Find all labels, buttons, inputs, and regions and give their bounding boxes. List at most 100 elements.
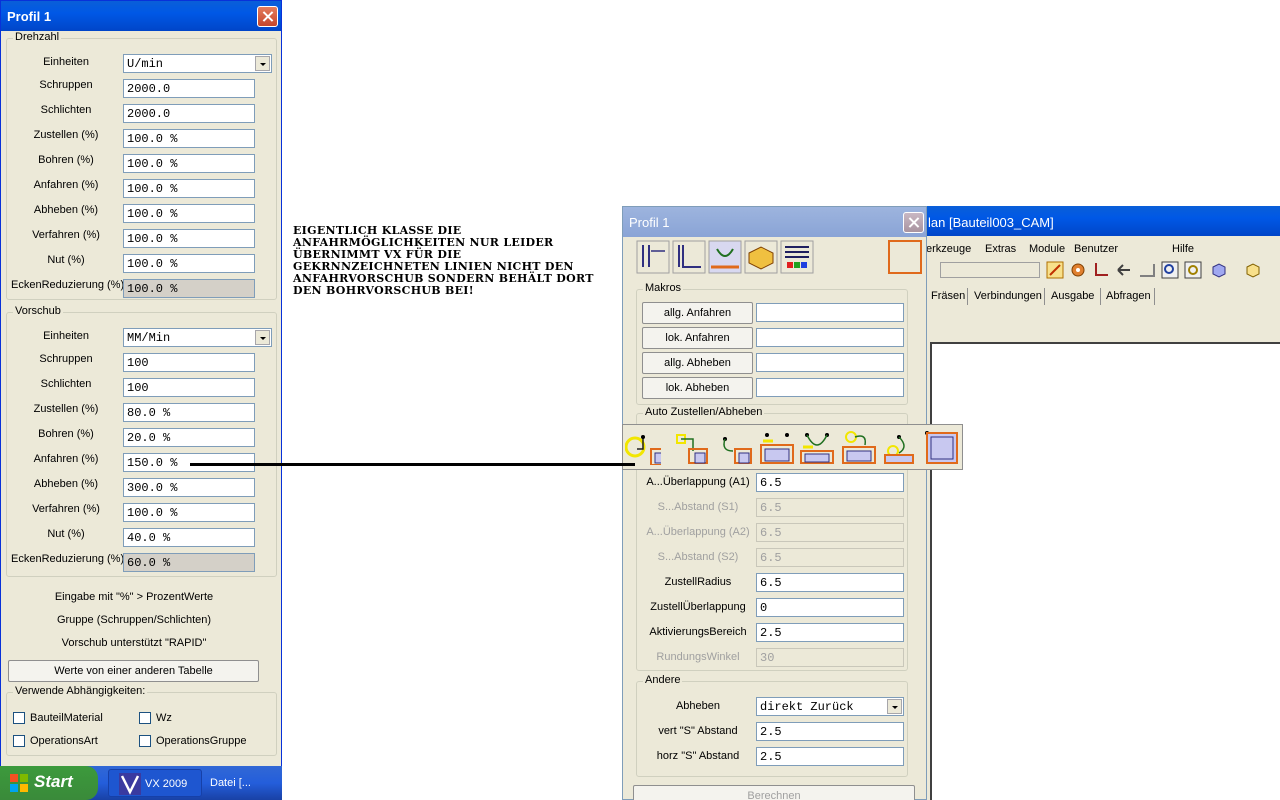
tab-ausgabe[interactable]: Ausgabe bbox=[1048, 287, 1097, 307]
zustellueberlappung-label: ZustellÜberlappung bbox=[650, 601, 746, 613]
drehzahl-schruppen-label: Schruppen bbox=[39, 79, 93, 91]
vorschub-zustellen-input[interactable]: 80.0 % bbox=[123, 403, 255, 422]
approach-ramp-icon[interactable] bbox=[881, 429, 917, 465]
wz-checkbox[interactable] bbox=[139, 712, 151, 724]
approach-arc-icon[interactable] bbox=[717, 429, 753, 465]
start-button[interactable]: Start bbox=[0, 766, 98, 800]
horz-s-abstand-input[interactable]: 2.5 bbox=[756, 747, 904, 766]
drehzahl-schlichten-input[interactable]: 2000.0 bbox=[123, 104, 255, 123]
gear-icon[interactable] bbox=[1069, 261, 1087, 279]
vorschub-bohren-input[interactable]: 20.0 % bbox=[123, 428, 255, 447]
drehzahl-bohren-label: Bohren (%) bbox=[38, 154, 94, 166]
berechnen-button[interactable]: Berechnen bbox=[633, 785, 915, 800]
stock-tab-icon[interactable] bbox=[743, 239, 779, 275]
dialog-titlebar-right[interactable]: Profil 1 bbox=[623, 207, 926, 237]
profil-dialog-right: Profil 1 Makros allg. Anfahren lok. Anfa… bbox=[622, 206, 927, 800]
tab-separator bbox=[1154, 288, 1155, 305]
lok-abheben-button[interactable]: lok. Abheben bbox=[642, 377, 753, 399]
aktivierungsbereich-input[interactable]: 2.5 bbox=[756, 623, 904, 642]
zustellradius-input[interactable]: 6.5 bbox=[756, 573, 904, 592]
vorschub-eckenreduzierung-input[interactable]: 60.0 % bbox=[123, 553, 255, 572]
taskbar-item-vx-label: VX 2009 bbox=[145, 778, 188, 790]
lok-anfahren-input[interactable] bbox=[756, 328, 904, 347]
rundungswinkel-input: 30 bbox=[756, 648, 904, 667]
menu-hilfe[interactable]: Hilfe bbox=[1172, 243, 1194, 255]
close-icon[interactable] bbox=[257, 6, 278, 27]
close-icon[interactable] bbox=[903, 212, 924, 233]
windows-flag-icon bbox=[10, 774, 28, 792]
operationsgruppe-label: OperationsGruppe bbox=[156, 735, 247, 747]
operationsgruppe-checkbox[interactable] bbox=[139, 735, 151, 747]
arrow-left-icon[interactable] bbox=[1115, 261, 1133, 279]
view-cube-icon[interactable] bbox=[1244, 261, 1262, 279]
drehzahl-abheben-input[interactable]: 100.0 % bbox=[123, 204, 255, 223]
drehzahl-bohren-input[interactable]: 100.0 % bbox=[123, 154, 255, 173]
taskbar-item-vx[interactable]: VX 2009 bbox=[108, 769, 202, 797]
preview-icon[interactable] bbox=[887, 239, 923, 275]
menu-benutzer[interactable]: Benutzer bbox=[1074, 243, 1118, 255]
approach-helix-icon[interactable] bbox=[841, 429, 877, 465]
approach-tangential-icon[interactable] bbox=[625, 429, 661, 465]
other-table-button[interactable]: Werte von einer anderen Tabelle bbox=[8, 660, 259, 682]
graphics-viewport[interactable] bbox=[930, 342, 1280, 800]
menu-extras[interactable]: Extras bbox=[985, 243, 1016, 255]
tab-verbindungen[interactable]: Verbindungen bbox=[971, 287, 1045, 307]
approach-plunge-icon[interactable] bbox=[759, 429, 795, 465]
feed-params-tab-icon[interactable] bbox=[635, 239, 671, 275]
cube-icon[interactable] bbox=[1210, 261, 1228, 279]
drehzahl-zustellen-label: Zustellen (%) bbox=[33, 129, 99, 141]
bauteilmaterial-checkbox[interactable] bbox=[13, 712, 25, 724]
allg-anfahren-input[interactable] bbox=[756, 303, 904, 322]
tab-fraesen[interactable]: Fräsen bbox=[928, 287, 968, 307]
menu-werkzeuge[interactable]: erkzeuge bbox=[926, 243, 971, 255]
allg-anfahren-button[interactable]: allg. Anfahren bbox=[642, 302, 753, 324]
vorschub-verfahren-input[interactable]: 100.0 % bbox=[123, 503, 255, 522]
drehzahl-nut-input[interactable]: 100.0 % bbox=[123, 254, 255, 273]
drehzahl-eckenreduzierung-input[interactable]: 100.0 % bbox=[123, 279, 255, 298]
chevron-down-icon[interactable] bbox=[887, 699, 902, 714]
operationsart-label: OperationsArt bbox=[30, 735, 98, 747]
zoom-icon[interactable] bbox=[1161, 261, 1179, 279]
zustellradius-label: ZustellRadius bbox=[664, 576, 732, 588]
allg-abheben-input[interactable] bbox=[756, 353, 904, 372]
cam-titlebar[interactable]: lan [Bauteil003_CAM] bbox=[926, 206, 1280, 236]
operationsart-checkbox[interactable] bbox=[13, 735, 25, 747]
approach-loop-icon[interactable] bbox=[799, 429, 835, 465]
drehzahl-abheben-label: Abheben (%) bbox=[33, 204, 99, 216]
approach-linear-icon[interactable] bbox=[673, 429, 709, 465]
zoom-window-icon[interactable] bbox=[1184, 261, 1202, 279]
vorschub-abheben-input[interactable]: 300.0 % bbox=[123, 478, 255, 497]
approach-tab-icon[interactable] bbox=[707, 239, 743, 275]
toolbar-combo[interactable] bbox=[940, 262, 1040, 278]
chevron-down-icon[interactable] bbox=[255, 330, 270, 345]
tab-abfragen[interactable]: Abfragen bbox=[1103, 287, 1154, 307]
vorschub-einheiten-select[interactable]: MM/Min bbox=[123, 328, 272, 347]
vorschub-schlichten-input[interactable]: 100 bbox=[123, 378, 255, 397]
lok-anfahren-button[interactable]: lok. Anfahren bbox=[642, 327, 753, 349]
drehzahl-verfahren-input[interactable]: 100.0 % bbox=[123, 229, 255, 248]
drehzahl-einheiten-select[interactable]: U/min bbox=[123, 54, 272, 73]
dialog-titlebar[interactable]: Profil 1 bbox=[1, 1, 281, 31]
edit-icon[interactable] bbox=[1046, 261, 1064, 279]
drehzahl-zustellen-input[interactable]: 100.0 % bbox=[123, 129, 255, 148]
chevron-down-icon[interactable] bbox=[255, 56, 270, 71]
vorschub-eckenreduzierung-label: EckenReduzierung (%) bbox=[11, 553, 125, 565]
approach-none-icon[interactable] bbox=[923, 429, 959, 465]
a1-input[interactable]: 6.5 bbox=[756, 473, 904, 492]
vorschub-nut-input[interactable]: 40.0 % bbox=[123, 528, 255, 547]
drehzahl-schruppen-input[interactable]: 2000.0 bbox=[123, 79, 255, 98]
allg-abheben-button[interactable]: allg. Abheben bbox=[642, 352, 753, 374]
tab-separator bbox=[1100, 288, 1101, 305]
zustellueberlappung-input[interactable]: 0 bbox=[756, 598, 904, 617]
vorschub-schruppen-input[interactable]: 100 bbox=[123, 353, 255, 372]
lok-abheben-input[interactable] bbox=[756, 378, 904, 397]
step-icon[interactable] bbox=[1138, 261, 1156, 279]
drehzahl-anfahren-input[interactable]: 100.0 % bbox=[123, 179, 255, 198]
abheben-select[interactable]: direkt Zurück bbox=[756, 697, 904, 716]
output-tab-icon[interactable] bbox=[779, 239, 815, 275]
taskbar-item-datei[interactable]: Datei [... bbox=[202, 769, 270, 797]
vert-s-abstand-input[interactable]: 2.5 bbox=[756, 722, 904, 741]
axis-icon[interactable] bbox=[1092, 261, 1110, 279]
depth-params-tab-icon[interactable] bbox=[671, 239, 707, 275]
menu-module[interactable]: Module bbox=[1029, 243, 1065, 255]
